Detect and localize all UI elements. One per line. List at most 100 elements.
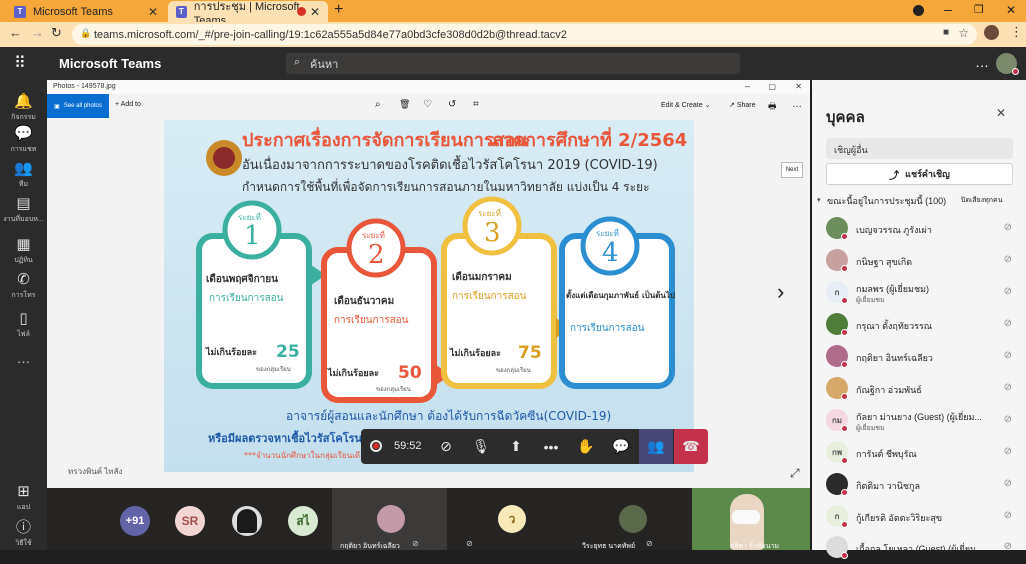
more-actions-button[interactable]: ••• <box>534 429 568 464</box>
favorite-icon[interactable]: ♡ <box>423 99 432 110</box>
chevron-right-icon[interactable]: › <box>777 279 784 305</box>
menu-icon[interactable]: ⋮ <box>1010 24 1023 40</box>
rail-item-apps[interactable]: ⊞ แอป <box>0 484 47 513</box>
mic-off-icon[interactable]: ⊘ <box>1004 414 1012 425</box>
invite-input[interactable]: เชิญผู้อื่น <box>826 138 1013 159</box>
see-all-photos-button[interactable]: ▣ See all photos <box>47 94 109 118</box>
mic-off-icon[interactable]: ⊘ <box>1004 510 1012 521</box>
mic-off-icon[interactable]: ⊘ <box>1004 478 1012 489</box>
participant-row[interactable]: กัณฐิกา อ่วมพันธ์ ⊘ <box>812 373 1026 405</box>
mic-off-button[interactable]: 🎙 <box>464 429 498 464</box>
svg-text:เดือนธันวาคม: เดือนธันวาคม <box>334 295 394 307</box>
close-icon[interactable]: ✕ <box>795 82 802 91</box>
rail-item-calls[interactable]: ✆ การโทร <box>0 272 47 301</box>
participant-row[interactable]: กกมลพร (ผู้เยี่ยมชม) ผู้เยี่ยมชม ⊘ <box>812 277 1026 309</box>
app-launcher-icon[interactable]: ⠿ <box>14 53 26 73</box>
rail-item-teams[interactable]: 👥 ทีม <box>0 161 47 190</box>
edit-create-button[interactable]: Edit & Create ⌄ <box>661 101 710 109</box>
participant-row[interactable]: กนิษฐา สุขเกิด ⊘ <box>812 245 1026 277</box>
participants-button[interactable]: 👥 <box>639 429 673 464</box>
delete-icon[interactable]: 🗑 <box>399 99 410 110</box>
participant-name: กฤติยา อินทร์เฉลียว <box>340 543 400 550</box>
participant-row[interactable]: กิตติมา วานิชกูล ⊘ <box>812 469 1026 501</box>
participant-row[interactable]: กฤติยา อินทร์เฉลียว ⊘ <box>812 341 1026 373</box>
rail-item-help[interactable]: ⓘ วิธีใช้ <box>0 520 47 549</box>
participant-name: กนิษฐา สุขเกิด <box>856 257 913 267</box>
restore-icon[interactable]: ❐ <box>974 3 984 16</box>
photos-icon: ▣ <box>54 103 60 110</box>
zoom-icon[interactable]: ⌕ <box>375 99 381 110</box>
mic-off-icon: 🎙 <box>472 438 490 454</box>
section-label: ขณะนี้อยู่ในการประชุมนี้ (100) <box>827 196 947 206</box>
search-input[interactable]: ⌕ ค้นหา <box>286 53 740 74</box>
participant-name: กัลยา ม่านยาง (Guest) (ผู้เยี่ยม... <box>856 412 982 422</box>
mic-off-icon[interactable]: ⊘ <box>1004 222 1012 233</box>
mic-off-icon[interactable]: ⊘ <box>1004 286 1012 297</box>
rail-item-activity[interactable]: 🔔 กิจกรรม <box>0 94 47 123</box>
browser-tab-meeting[interactable]: T การประชุม | Microsoft Teams ✕ <box>168 1 328 27</box>
more-options-icon[interactable]: … <box>975 54 989 70</box>
star-icon[interactable]: ☆ <box>958 26 969 40</box>
rail-item-files[interactable]: ▯ ไฟล์ <box>0 311 47 340</box>
overflow-participants[interactable]: +91 <box>120 506 150 536</box>
profile-dropdown-icon[interactable] <box>913 5 924 16</box>
mic-off-icon[interactable]: ⊘ <box>1004 318 1012 329</box>
svg-text:เดือนมกราคม: เดือนมกราคม <box>452 271 512 283</box>
participant-row[interactable]: เบญจวรรณ ภูรังเผ่า ⊘ <box>812 213 1026 245</box>
mic-off-icon[interactable]: ⊘ <box>1004 254 1012 265</box>
close-icon[interactable]: ✕ <box>310 5 320 19</box>
close-icon[interactable]: ✕ <box>996 106 1006 120</box>
add-to-button[interactable]: + Add to <box>115 101 141 108</box>
browser-tab-teams[interactable]: T Microsoft Teams ✕ <box>6 1 166 22</box>
participant-tile: ว ⊘ <box>448 488 573 550</box>
crop-icon[interactable]: ⌗ <box>473 99 479 110</box>
minimize-icon[interactable]: – <box>944 1 952 17</box>
mic-off-icon[interactable]: ⊘ <box>1004 541 1012 552</box>
mic-off-icon[interactable]: ⊘ <box>1004 382 1012 393</box>
svg-text:ระยะที่: ระยะที่ <box>596 227 619 238</box>
expand-icon[interactable]: ⤢ <box>790 466 800 481</box>
more-options-icon[interactable]: … <box>792 99 802 110</box>
rail-item-assignments[interactable]: ▤ งานที่มอบห... <box>0 196 47 225</box>
rail-item-chat[interactable]: 💬 การแชท <box>0 126 47 155</box>
chat-icon: 💬 <box>612 438 630 454</box>
files-icon: ▯ <box>19 310 28 327</box>
chat-button[interactable]: 💬 <box>604 429 638 464</box>
chevron-down-icon[interactable]: ▾ <box>817 196 821 204</box>
minimize-icon[interactable]: – <box>745 81 750 91</box>
svg-text:การเรียนการสอน: การเรียนการสอน <box>452 290 527 302</box>
url-field[interactable]: 🔒 teams.microsoft.com/_#/pre-join-callin… <box>72 24 977 45</box>
rotate-icon[interactable]: ↺ <box>448 99 456 110</box>
participant-row[interactable]: กม กัลยา ม่านยาง (Guest) (ผู้เยี่ยม... ผู้… <box>812 405 1026 437</box>
rail-more[interactable]: … <box>0 350 47 366</box>
forward-icon[interactable]: → <box>31 25 44 40</box>
poster-title-a: ประกาศเรื่องการจัดการเรียนการสอน <box>242 127 528 151</box>
maximize-icon[interactable]: ▢ <box>768 82 776 91</box>
avatar[interactable] <box>984 25 999 40</box>
reload-icon[interactable]: ↻ <box>51 25 62 41</box>
share-invite-button[interactable]: ⤴ แชร์คำเชิญ <box>826 163 1013 185</box>
participant-row[interactable]: เกื้อกูล โยเหลา (Guest) (ผู้เยี่ยม... ⊘ <box>812 532 1026 564</box>
svg-text:3: 3 <box>484 218 501 248</box>
participant-row[interactable]: กพ การันต์ ชีพบุรัณ ⊘ <box>812 437 1026 469</box>
camera-icon[interactable]: ■ <box>943 27 949 38</box>
window-close-icon[interactable]: ✕ <box>1006 3 1016 17</box>
mic-off-icon[interactable]: ⊘ <box>1004 350 1012 361</box>
hang-up-icon: ☎ <box>682 438 700 454</box>
new-tab-icon[interactable]: + <box>334 1 343 19</box>
close-icon[interactable]: ✕ <box>148 5 158 19</box>
phone-icon: ✆ <box>17 271 30 288</box>
camera-off-button[interactable]: ⊘ <box>429 429 463 464</box>
print-icon[interactable]: 🖶 <box>768 99 777 115</box>
photos-title: Photos - 149578.jpg <box>53 83 116 90</box>
leave-call-button[interactable]: ☎ <box>674 429 708 464</box>
rail-item-calendar[interactable]: ▦ ปฏิทิน <box>0 237 47 266</box>
back-icon[interactable]: ← <box>9 25 22 40</box>
mic-off-icon[interactable]: ⊘ <box>1004 446 1012 457</box>
share-screen-button[interactable]: ⬆ <box>499 429 533 464</box>
participant-row[interactable]: กรุณา ตั้งฤทัยวรรณ ⊘ <box>812 309 1026 341</box>
share-button[interactable]: ↗ Share <box>729 101 756 109</box>
mute-all-button[interactable]: ปิดเสียงทุกคน <box>961 195 1003 206</box>
participant-row[interactable]: กกู้เกียรติ อัตตะวิริยะสุข ⊘ <box>812 501 1026 533</box>
raise-hand-button[interactable]: ✋ <box>569 429 603 464</box>
